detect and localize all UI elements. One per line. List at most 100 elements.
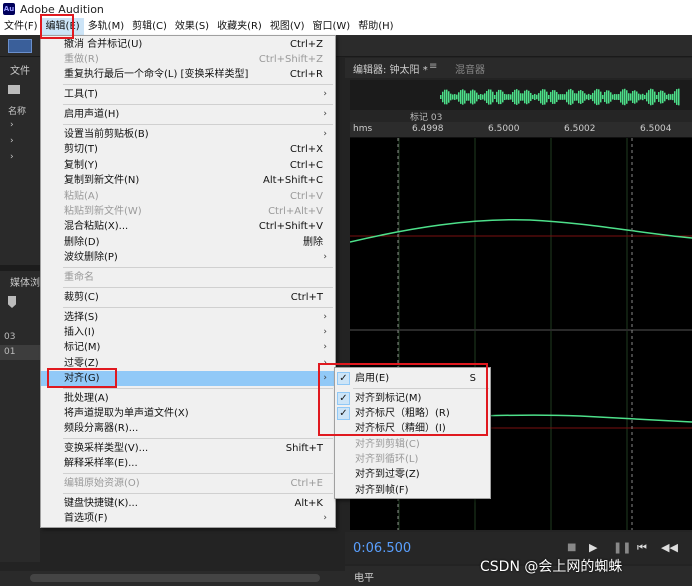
overview-wave-bar bbox=[626, 90, 628, 104]
menu-item-preferences[interactable]: 首选项(F) › bbox=[41, 511, 335, 526]
menu-file[interactable]: 文件(F) bbox=[0, 18, 42, 35]
overview-wave-bar bbox=[544, 89, 546, 105]
menu-item-tools[interactable]: 工具(T) › bbox=[41, 87, 335, 102]
expand-row-icon[interactable]: › bbox=[10, 120, 14, 130]
overview-wave-bar bbox=[676, 89, 678, 105]
menu-item-batch-process[interactable]: 批处理(A) bbox=[41, 391, 335, 406]
menu-item-band-splitter[interactable]: 频段分离器(R)... bbox=[41, 421, 335, 436]
menu-effects[interactable]: 效果(S) bbox=[171, 18, 213, 35]
overview-wave-bar bbox=[526, 89, 528, 105]
overview-wave-bar bbox=[574, 93, 576, 101]
play-button[interactable]: ▶ bbox=[589, 541, 597, 554]
menu-clip[interactable]: 剪辑(C) bbox=[128, 18, 171, 35]
menu-item-extract-channels[interactable]: 将声道提取为单声道文件(X) bbox=[41, 406, 335, 421]
submenu-item-snap-to-clips: 对齐到剪辑(C) bbox=[355, 439, 420, 450]
overview-wave-bar bbox=[558, 94, 560, 100]
menu-window[interactable]: 窗口(W) bbox=[309, 18, 355, 35]
overview-wave-bar bbox=[518, 90, 520, 104]
overview-wave-bar bbox=[556, 91, 558, 103]
overview-wave-bar bbox=[620, 91, 622, 103]
menu-item-convert-sample-type[interactable]: 变换采样类型(V)... Shift+T bbox=[41, 441, 335, 456]
overview-wave-bar bbox=[440, 95, 442, 99]
overview-wave-bar bbox=[554, 90, 556, 104]
menu-item-keyboard-shortcuts[interactable]: 键盘快捷键(K)... Alt+K bbox=[41, 496, 335, 511]
level-panel-tab[interactable]: 电平 bbox=[354, 569, 374, 584]
panel-divider[interactable] bbox=[0, 265, 40, 271]
menu-item-copy-to-new[interactable]: 复制到新文件(N) Alt+Shift+C bbox=[41, 173, 335, 188]
menu-favorites[interactable]: 收藏夹(R) bbox=[213, 18, 266, 35]
chevron-right-icon: › bbox=[323, 327, 327, 337]
overview-wave-bar bbox=[452, 94, 454, 100]
overview-wave-bar bbox=[658, 92, 660, 102]
menu-item-set-clipboard[interactable]: 设置当前剪贴板(B) › bbox=[41, 127, 335, 142]
current-time-display[interactable]: 0:06.500 bbox=[353, 541, 411, 556]
menu-item-crop[interactable]: 裁剪(C) Ctrl+T bbox=[41, 290, 335, 305]
open-folder-icon[interactable] bbox=[8, 85, 20, 94]
expand-row-icon[interactable]: › bbox=[10, 136, 14, 146]
overview-wave-bar bbox=[548, 94, 550, 100]
overview-wave-bar bbox=[534, 93, 536, 101]
tab-mixer[interactable]: 混音器 bbox=[455, 61, 485, 76]
overview-wave-bar bbox=[446, 89, 448, 105]
overview-wave-bar bbox=[642, 93, 644, 101]
menu-item-redo: 重做(R) Ctrl+Shift+Z bbox=[64, 54, 323, 65]
menu-item-copy[interactable]: 复制(Y) Ctrl+C bbox=[41, 158, 335, 173]
overview-wave-bar bbox=[634, 90, 636, 104]
annotation-box-snapping-submenu bbox=[318, 363, 488, 436]
pause-button[interactable]: ❚❚ bbox=[613, 541, 631, 554]
menu-item-cut[interactable]: 剪切(T) Ctrl+X bbox=[41, 142, 335, 157]
menu-view[interactable]: 视图(V) bbox=[266, 18, 309, 35]
list-item[interactable]: 01 bbox=[0, 345, 40, 360]
overview-wave-bar bbox=[454, 94, 456, 100]
submenu-item-snap-to-loops: 对齐到循环(L) bbox=[355, 454, 419, 465]
overview-wave-bar bbox=[624, 88, 626, 106]
overview-wave-bar bbox=[492, 91, 494, 103]
menu-item-delete[interactable]: 删除(D) 删除 bbox=[41, 235, 335, 250]
list-item[interactable]: 03 bbox=[0, 330, 40, 345]
files-tab[interactable]: 文件 bbox=[10, 62, 30, 77]
menu-separator bbox=[63, 84, 333, 85]
overview-wave-bar bbox=[644, 94, 646, 100]
menu-item-enable-channels[interactable]: 启用声道(H) › bbox=[41, 107, 335, 122]
overview-wave-bar bbox=[532, 94, 534, 100]
overview-wave-bar bbox=[656, 94, 658, 100]
menu-item-mix-paste[interactable]: 混合粘贴(X)... Ctrl+Shift+V bbox=[41, 219, 335, 234]
rewind-button[interactable]: ◀◀ bbox=[661, 541, 678, 554]
overview-wave-bar bbox=[536, 94, 538, 100]
menu-item-insert[interactable]: 插入(I) › bbox=[41, 325, 335, 340]
overview-wave-bar bbox=[580, 90, 582, 104]
overview-wave-bar bbox=[508, 94, 510, 100]
waveform-view-button[interactable] bbox=[8, 39, 32, 53]
tab-menu-icon[interactable]: ≡ bbox=[429, 61, 437, 72]
scrollbar-thumb[interactable] bbox=[30, 574, 320, 582]
overview-wave-bar bbox=[504, 93, 506, 101]
submenu-item-snap-to-frames[interactable]: 对齐到帧(F) bbox=[335, 483, 490, 498]
menu-item-ripple-delete[interactable]: 波纹删除(P) › bbox=[41, 250, 335, 265]
name-column-header[interactable]: 名称 bbox=[8, 104, 26, 117]
marker-bar[interactable] bbox=[350, 110, 692, 122]
expand-row-icon[interactable]: › bbox=[10, 152, 14, 162]
menu-item-marker[interactable]: 标记(M) › bbox=[41, 340, 335, 355]
stop-button[interactable]: ■ bbox=[567, 542, 576, 553]
tab-editor[interactable]: 编辑器: 钟太阳 * bbox=[353, 61, 428, 76]
menu-multitrack[interactable]: 多轨(M) bbox=[84, 18, 128, 35]
overview-wave-bar bbox=[460, 90, 462, 104]
time-ruler[interactable]: hms 6.4998 6.5000 6.5002 6.5004 bbox=[350, 122, 692, 138]
menu-help[interactable]: 帮助(H) bbox=[354, 18, 397, 35]
media-browser-tab[interactable]: 媒体浏 bbox=[10, 274, 40, 289]
menu-item-undo[interactable]: 撤消 合并标记(U) Ctrl+Z bbox=[41, 37, 335, 52]
overview-wave-bar bbox=[640, 94, 642, 100]
horizontal-scrollbar[interactable] bbox=[0, 571, 345, 586]
menu-item-select[interactable]: 选择(S) › bbox=[41, 310, 335, 325]
submenu-item-snap-to-zero-crossings[interactable]: 对齐到过零(Z) bbox=[335, 467, 490, 482]
skip-start-button[interactable]: ⏮ bbox=[637, 541, 647, 555]
overview-wave-bar bbox=[602, 94, 604, 100]
overview-wave-bar bbox=[450, 93, 452, 101]
overview-wave-bar bbox=[550, 91, 552, 103]
menu-separator bbox=[63, 287, 333, 288]
overview-wave-bar bbox=[664, 92, 666, 102]
overview-wave-bar bbox=[590, 94, 592, 100]
menu-item-repeat-last[interactable]: 重复执行最后一个命令(L) [变换采样类型] Ctrl+R bbox=[41, 67, 335, 82]
ruler-tick-label: 6.4998 bbox=[412, 124, 444, 134]
menu-item-interpret-sample-rate[interactable]: 解释采样率(E)... bbox=[41, 456, 335, 471]
